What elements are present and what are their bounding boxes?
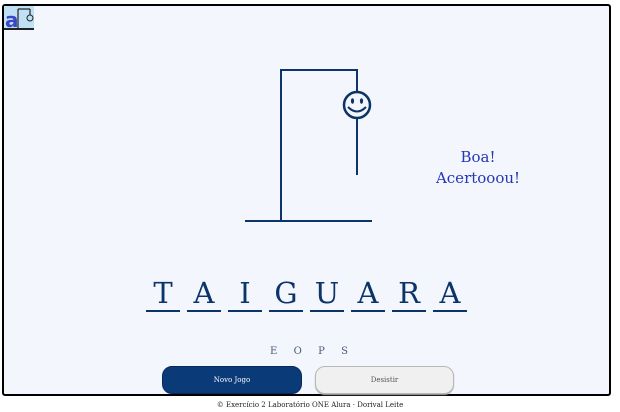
letter-slot: U — [310, 276, 344, 312]
letter-slot: A — [433, 276, 467, 312]
letter-slot: I — [228, 276, 262, 312]
smiley-face-icon — [342, 90, 372, 120]
letter-slot: T — [146, 276, 180, 312]
hangman-drawing — [245, 69, 372, 222]
letter-slot: R — [392, 276, 426, 312]
wrong-letter: E — [270, 346, 280, 357]
result-message: Boa! Acertooou! — [428, 147, 528, 189]
letter-slot: G — [269, 276, 303, 312]
logo: a — [4, 6, 34, 30]
wrong-letter: P — [318, 346, 327, 357]
footer: © Exercício 2 Laboratório ONE Alura · Do… — [216, 401, 404, 409]
give-up-button[interactable]: Desistir — [315, 366, 454, 394]
message-line-2: Acertooou! — [435, 169, 521, 187]
hangman-logo-icon — [17, 8, 34, 28]
message-line-1: Boa! — [460, 148, 496, 166]
letter-slot: A — [351, 276, 385, 312]
letter-slot: A — [187, 276, 221, 312]
wrong-letter: O — [293, 346, 304, 357]
wrong-letter: S — [341, 346, 350, 357]
new-game-button[interactable]: Novo Jogo — [162, 366, 302, 394]
word-slots: T A I G U A R A — [146, 276, 467, 312]
logo-underline — [4, 28, 34, 30]
wrong-letters: E O P S — [270, 346, 350, 357]
